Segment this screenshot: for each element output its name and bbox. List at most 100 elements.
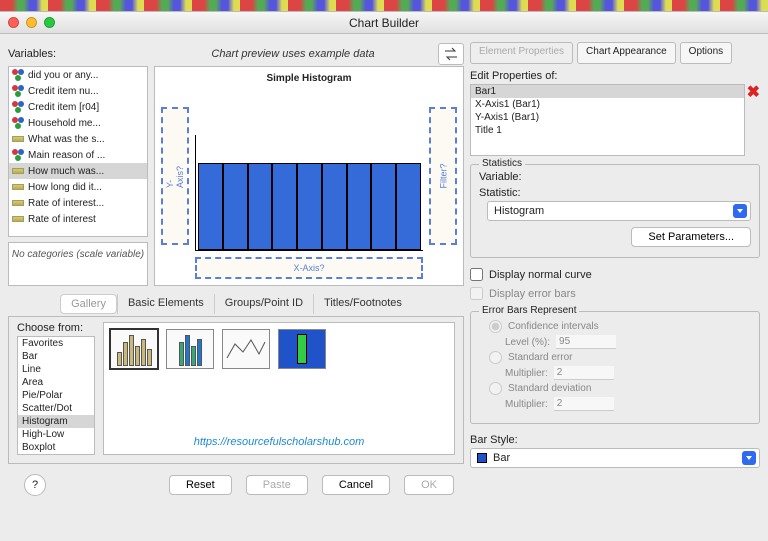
- property-row[interactable]: Bar1: [471, 85, 744, 98]
- variable-row[interactable]: Rate of interest: [9, 211, 147, 227]
- thumb-frequency-polygon[interactable]: [222, 329, 270, 369]
- scale-icon: [12, 165, 24, 177]
- confidence-radio: [489, 320, 502, 333]
- tab-element-properties[interactable]: Element Properties: [470, 42, 573, 64]
- set-parameters-button[interactable]: Set Parameters...: [631, 227, 751, 247]
- scale-icon: [12, 133, 24, 145]
- chart-type-row[interactable]: Dual Axes: [18, 454, 94, 455]
- tab-titles-footnotes[interactable]: Titles/Footnotes: [313, 294, 412, 314]
- properties-list[interactable]: Bar1X-Axis1 (Bar1)Y-Axis1 (Bar1)Title 1: [470, 84, 745, 156]
- zoom-icon[interactable]: [44, 17, 55, 28]
- scale-icon: [12, 181, 24, 193]
- chart-thumbnails: https://resourcefulscholarshub.com: [103, 322, 455, 455]
- variable-label: Main reason of ...: [28, 150, 105, 161]
- variable-label: Rate of interest: [28, 214, 96, 225]
- variable-row[interactable]: Credit item [r04]: [9, 99, 147, 115]
- nominal-icon: [12, 69, 24, 81]
- variable-list[interactable]: did you or any... Credit item nu... Credit…: [8, 66, 148, 237]
- variable-row[interactable]: What was the s...: [9, 131, 147, 147]
- statistic-label: Statistic:: [479, 187, 751, 199]
- chevron-down-icon: [733, 204, 747, 218]
- display-normal-curve-checkbox[interactable]: [470, 268, 483, 281]
- variable-label: How much was...: [28, 166, 104, 177]
- tab-chart-appearance[interactable]: Chart Appearance: [577, 42, 676, 64]
- stderr-radio: [489, 351, 502, 364]
- chart-canvas[interactable]: Simple Histogram Y-Axis? Filter? X-Axis?: [154, 66, 464, 286]
- bar-style-select[interactable]: Bar: [470, 448, 760, 468]
- swap-xy-button[interactable]: [438, 43, 464, 65]
- y-axis-label: Y-Axis?: [165, 164, 185, 188]
- variable-row[interactable]: Rate of interest...: [9, 195, 147, 211]
- chart-type-row[interactable]: Line: [18, 363, 94, 376]
- ok-button[interactable]: OK: [404, 475, 454, 495]
- stddev-radio: [489, 382, 502, 395]
- nominal-icon: [12, 149, 24, 161]
- minimize-icon[interactable]: [26, 17, 37, 28]
- dialog-footer: ? Reset Paste Cancel OK: [8, 464, 464, 506]
- x-axis-label: X-Axis?: [293, 263, 324, 273]
- cancel-button[interactable]: Cancel: [322, 475, 390, 495]
- gallery-panel: Choose from: FavoritesBarLineAreaPie/Pol…: [8, 316, 464, 464]
- variable-label: Credit item [r04]: [28, 102, 99, 113]
- level-input: [556, 335, 616, 349]
- chart-type-row[interactable]: Histogram: [18, 415, 94, 428]
- tab-options[interactable]: Options: [680, 42, 732, 64]
- variable-row[interactable]: How much was...: [9, 163, 147, 179]
- property-row[interactable]: Y-Axis1 (Bar1): [471, 111, 744, 124]
- display-normal-curve-label: Display normal curve: [489, 269, 592, 281]
- scale-icon: [12, 197, 24, 209]
- multiplier2-input: [554, 397, 614, 411]
- reset-button[interactable]: Reset: [169, 475, 232, 495]
- multiplier1-label: Multiplier:: [505, 368, 548, 379]
- property-row[interactable]: Title 1: [471, 124, 744, 137]
- stddev-label: Standard deviation: [508, 383, 591, 394]
- tab-groups-pointid[interactable]: Groups/Point ID: [214, 294, 313, 314]
- help-button[interactable]: ?: [24, 474, 46, 496]
- chart-type-row[interactable]: Area: [18, 376, 94, 389]
- variable-row[interactable]: Credit item nu...: [9, 83, 147, 99]
- property-row[interactable]: X-Axis1 (Bar1): [471, 98, 744, 111]
- variable-label: How long did it...: [28, 182, 102, 193]
- nominal-icon: [12, 85, 24, 97]
- chart-type-row[interactable]: Scatter/Dot: [18, 402, 94, 415]
- chart-type-row[interactable]: Pie/Polar: [18, 389, 94, 402]
- filter-dropzone[interactable]: Filter?: [429, 107, 457, 245]
- lower-tabs: Gallery Basic Elements Groups/Point ID T…: [8, 294, 464, 314]
- chart-type-row[interactable]: Bar: [18, 350, 94, 363]
- variable-row[interactable]: Household me...: [9, 115, 147, 131]
- chart-type-row[interactable]: Favorites: [18, 337, 94, 350]
- confidence-label: Confidence intervals: [508, 321, 599, 332]
- statistics-legend: Statistics: [479, 158, 525, 169]
- chevron-down-icon: [742, 451, 756, 465]
- chart-type-row[interactable]: High-Low: [18, 428, 94, 441]
- tab-gallery[interactable]: Gallery: [60, 294, 117, 314]
- delete-element-button[interactable]: ✖: [747, 82, 760, 102]
- display-error-bars-checkbox: [470, 287, 483, 300]
- chart-type-row[interactable]: Boxplot: [18, 441, 94, 454]
- chart-builder-window: Chart Builder Variables: Chart preview u…: [0, 0, 768, 541]
- y-axis-dropzone[interactable]: Y-Axis?: [161, 107, 189, 245]
- close-icon[interactable]: [8, 17, 19, 28]
- tab-basic-elements[interactable]: Basic Elements: [117, 294, 214, 314]
- statistic-select[interactable]: Histogram: [487, 201, 751, 221]
- variable-label: Credit item nu...: [28, 86, 99, 97]
- thumb-stacked-histogram[interactable]: [166, 329, 214, 369]
- statistics-group: Statistics Variable: Statistic: Histogra…: [470, 164, 760, 258]
- level-label: Level (%):: [505, 337, 550, 348]
- variable-list-panel: did you or any... Credit item nu... Credit…: [8, 66, 148, 286]
- thumb-population-pyramid[interactable]: [278, 329, 326, 369]
- variable-row[interactable]: did you or any...: [9, 67, 147, 83]
- nominal-icon: [12, 117, 24, 129]
- bar-style-label: Bar Style:: [470, 434, 760, 446]
- thumb-simple-histogram[interactable]: [110, 329, 158, 369]
- variable-row[interactable]: Main reason of ...: [9, 147, 147, 163]
- paste-button[interactable]: Paste: [246, 475, 308, 495]
- scale-icon: [12, 213, 24, 225]
- swap-icon: [443, 47, 459, 61]
- x-axis-dropzone[interactable]: X-Axis?: [195, 257, 423, 279]
- variable-row[interactable]: How long did it...: [9, 179, 147, 195]
- variables-label: Variables:: [8, 48, 148, 60]
- chart-type-list[interactable]: FavoritesBarLineAreaPie/PolarScatter/Dot…: [17, 336, 95, 455]
- chart-type-chooser: Choose from: FavoritesBarLineAreaPie/Pol…: [17, 322, 95, 455]
- background-toolbar: [0, 0, 768, 12]
